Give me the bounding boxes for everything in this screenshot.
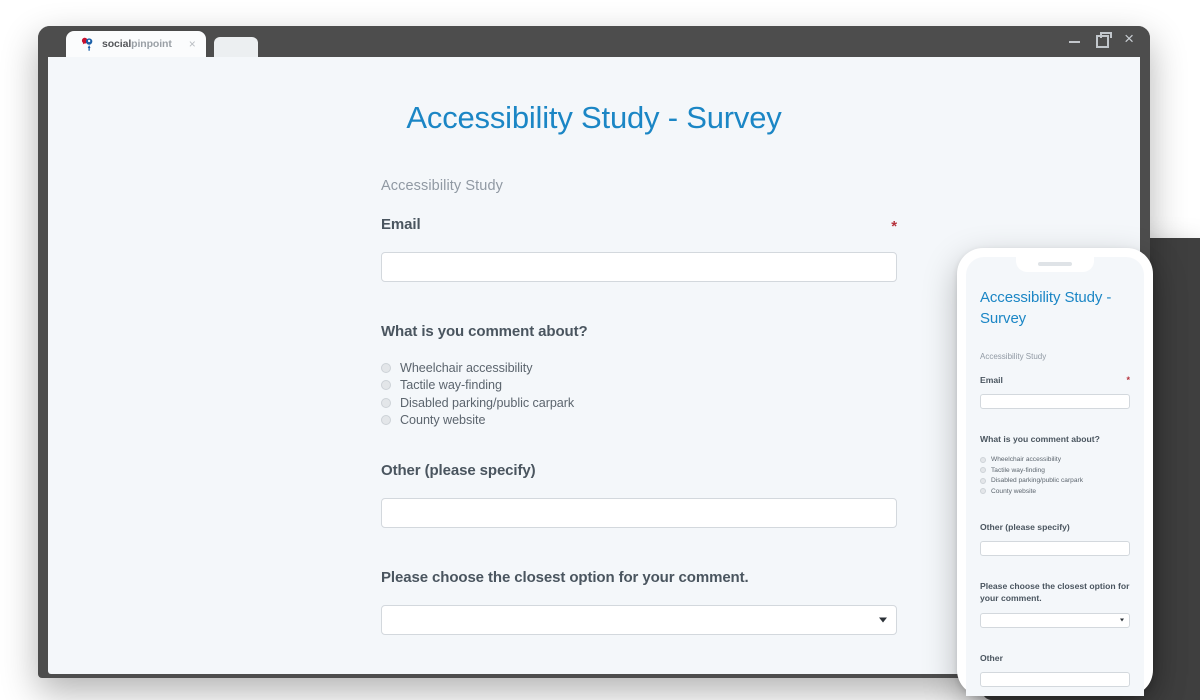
browser-titlebar: socialpinpoint × × bbox=[38, 26, 1150, 57]
mobile-radio-group: Wheelchair accessibility Tactile way-fin… bbox=[980, 455, 1130, 497]
mobile-closest-option-label: Please choose the closest option for you… bbox=[980, 580, 1130, 604]
closest-option-label: Please choose the closest option for you… bbox=[381, 569, 749, 586]
mobile-email-label: Email * bbox=[980, 374, 1130, 386]
section-subtitle: Accessibility Study bbox=[381, 178, 503, 194]
radio-icon[interactable] bbox=[980, 488, 986, 495]
radio-label: County website bbox=[400, 413, 486, 428]
minimize-icon[interactable] bbox=[1068, 32, 1081, 45]
browser-tab-title: socialpinpoint bbox=[102, 38, 172, 50]
radio-label: Disabled parking/public carpark bbox=[991, 477, 1083, 485]
radio-option-county-website[interactable]: County website bbox=[381, 412, 897, 430]
radio-icon[interactable] bbox=[381, 397, 391, 408]
closest-option-select[interactable] bbox=[381, 605, 897, 635]
radio-label: Tactile way-finding bbox=[991, 466, 1045, 474]
mobile-radio-option-county-website[interactable]: County website bbox=[980, 486, 1130, 497]
email-label-text: Email bbox=[381, 216, 421, 233]
chevron-down-icon bbox=[1120, 618, 1124, 622]
mobile-email-input[interactable] bbox=[980, 394, 1130, 410]
radio-label: County website bbox=[991, 487, 1037, 495]
mobile-other-label: Other bbox=[980, 652, 1003, 663]
radio-icon[interactable] bbox=[980, 477, 986, 484]
tab-title-bold: social bbox=[102, 38, 132, 50]
mobile-radio-option-wheelchair[interactable]: Wheelchair accessibility bbox=[980, 455, 1130, 466]
other-specify-input[interactable] bbox=[381, 498, 897, 528]
radio-label: Wheelchair accessibility bbox=[400, 360, 533, 375]
radio-label: Wheelchair accessibility bbox=[991, 456, 1061, 464]
phone-speaker-icon bbox=[1038, 262, 1072, 266]
radio-label: Disabled parking/public carpark bbox=[400, 395, 575, 410]
tab-title-light: pinpoint bbox=[131, 38, 172, 50]
other-specify-label: Other (please specify) bbox=[381, 462, 536, 479]
mobile-required-asterisk: * bbox=[1126, 374, 1130, 385]
mobile-page-title: Accessibility Study - Survey bbox=[980, 289, 1112, 328]
restore-icon[interactable] bbox=[1096, 32, 1113, 48]
radio-icon[interactable] bbox=[381, 362, 391, 373]
mobile-comment-about-label: What is you comment about? bbox=[980, 434, 1100, 445]
mobile-radio-option-tactile[interactable]: Tactile way-finding bbox=[980, 465, 1130, 476]
mobile-other-specify-input[interactable] bbox=[980, 540, 1130, 556]
email-field-label: Email * bbox=[381, 216, 897, 235]
radio-option-wheelchair[interactable]: Wheelchair accessibility bbox=[381, 359, 897, 377]
chevron-down-icon bbox=[879, 617, 887, 623]
comment-about-label: What is you comment about? bbox=[381, 323, 588, 340]
mobile-other-specify-label: Other (please specify) bbox=[980, 521, 1070, 532]
close-icon[interactable]: × bbox=[1124, 30, 1134, 47]
radio-icon[interactable] bbox=[381, 380, 391, 391]
page-title: Accessibility Study - Survey bbox=[406, 100, 782, 135]
phone-screen: Accessibility Study - Survey Accessibili… bbox=[966, 257, 1144, 696]
tab-strip: socialpinpoint × bbox=[66, 31, 258, 57]
radio-label: Tactile way-finding bbox=[400, 378, 502, 393]
mobile-radio-option-disabled-parking[interactable]: Disabled parking/public carpark bbox=[980, 476, 1130, 487]
radio-icon[interactable] bbox=[381, 415, 391, 426]
mobile-closest-option-select[interactable] bbox=[980, 612, 1130, 628]
mobile-email-label-text: Email bbox=[980, 374, 1003, 385]
comment-about-radio-group: Wheelchair accessibility Tactile way-fin… bbox=[381, 359, 897, 429]
email-input[interactable] bbox=[381, 252, 897, 282]
radio-icon[interactable] bbox=[980, 456, 986, 463]
phone-mockup: Accessibility Study - Survey Accessibili… bbox=[957, 248, 1153, 696]
mobile-other-input[interactable] bbox=[980, 672, 1130, 688]
radio-option-disabled-parking[interactable]: Disabled parking/public carpark bbox=[381, 394, 897, 412]
radio-icon[interactable] bbox=[980, 467, 986, 474]
browser-tab-socialpinpoint[interactable]: socialpinpoint × bbox=[66, 31, 206, 57]
new-tab-button[interactable] bbox=[213, 37, 258, 57]
socialpinpoint-logo-icon bbox=[80, 37, 95, 52]
required-asterisk: * bbox=[891, 218, 897, 235]
radio-option-tactile[interactable]: Tactile way-finding bbox=[381, 377, 897, 395]
mobile-section-subtitle: Accessibility Study bbox=[980, 351, 1047, 361]
window-controls: × bbox=[1068, 30, 1134, 48]
survey-form: Accessibility Study Email * What is you … bbox=[381, 136, 897, 674]
tab-close-icon[interactable]: × bbox=[189, 38, 196, 50]
